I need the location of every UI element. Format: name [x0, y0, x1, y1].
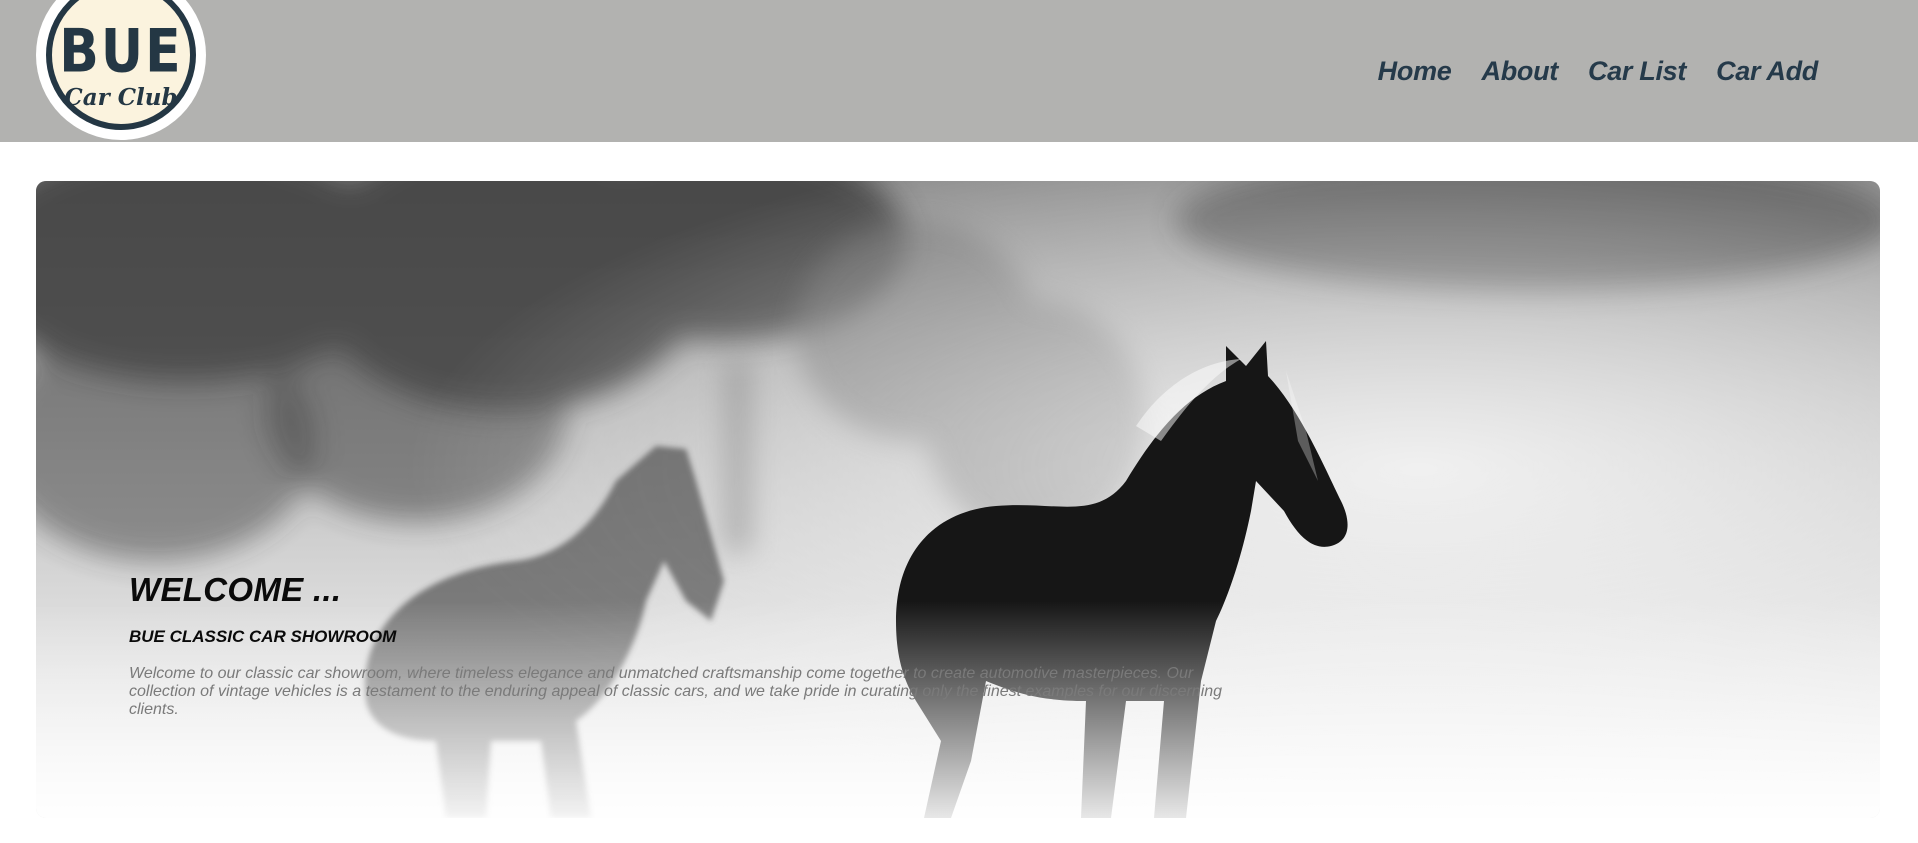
hero-description: Welcome to our classic car showroom, whe… — [129, 665, 1223, 718]
hero-title: WELCOME ... — [129, 571, 342, 608]
nav-about[interactable]: About — [1482, 56, 1559, 87]
logo-bottom-text: Car Club — [64, 84, 178, 111]
hero-banner: WELCOME ... BUE CLASSIC CAR SHOWROOM Wel… — [36, 181, 1880, 818]
logo-emblem: BUE Car Club — [46, 0, 196, 130]
hero-subtitle: BUE CLASSIC CAR SHOWROOM — [129, 627, 397, 646]
bue-car-club-logo[interactable]: BUE Car Club — [36, 0, 206, 140]
site-header: BUE Car Club Home About Car List Car Add — [0, 0, 1918, 142]
main-nav: Home About Car List Car Add — [1348, 56, 1819, 87]
nav-car-add[interactable]: Car Add — [1716, 56, 1818, 87]
nav-car-list[interactable]: Car List — [1588, 56, 1686, 87]
hero-horses-image — [36, 181, 1880, 818]
nav-home[interactable]: Home — [1378, 56, 1452, 87]
hero-text-block: WELCOME ... BUE CLASSIC CAR SHOWROOM Wel… — [129, 571, 1229, 719]
logo-top-text: BUE — [59, 17, 183, 87]
